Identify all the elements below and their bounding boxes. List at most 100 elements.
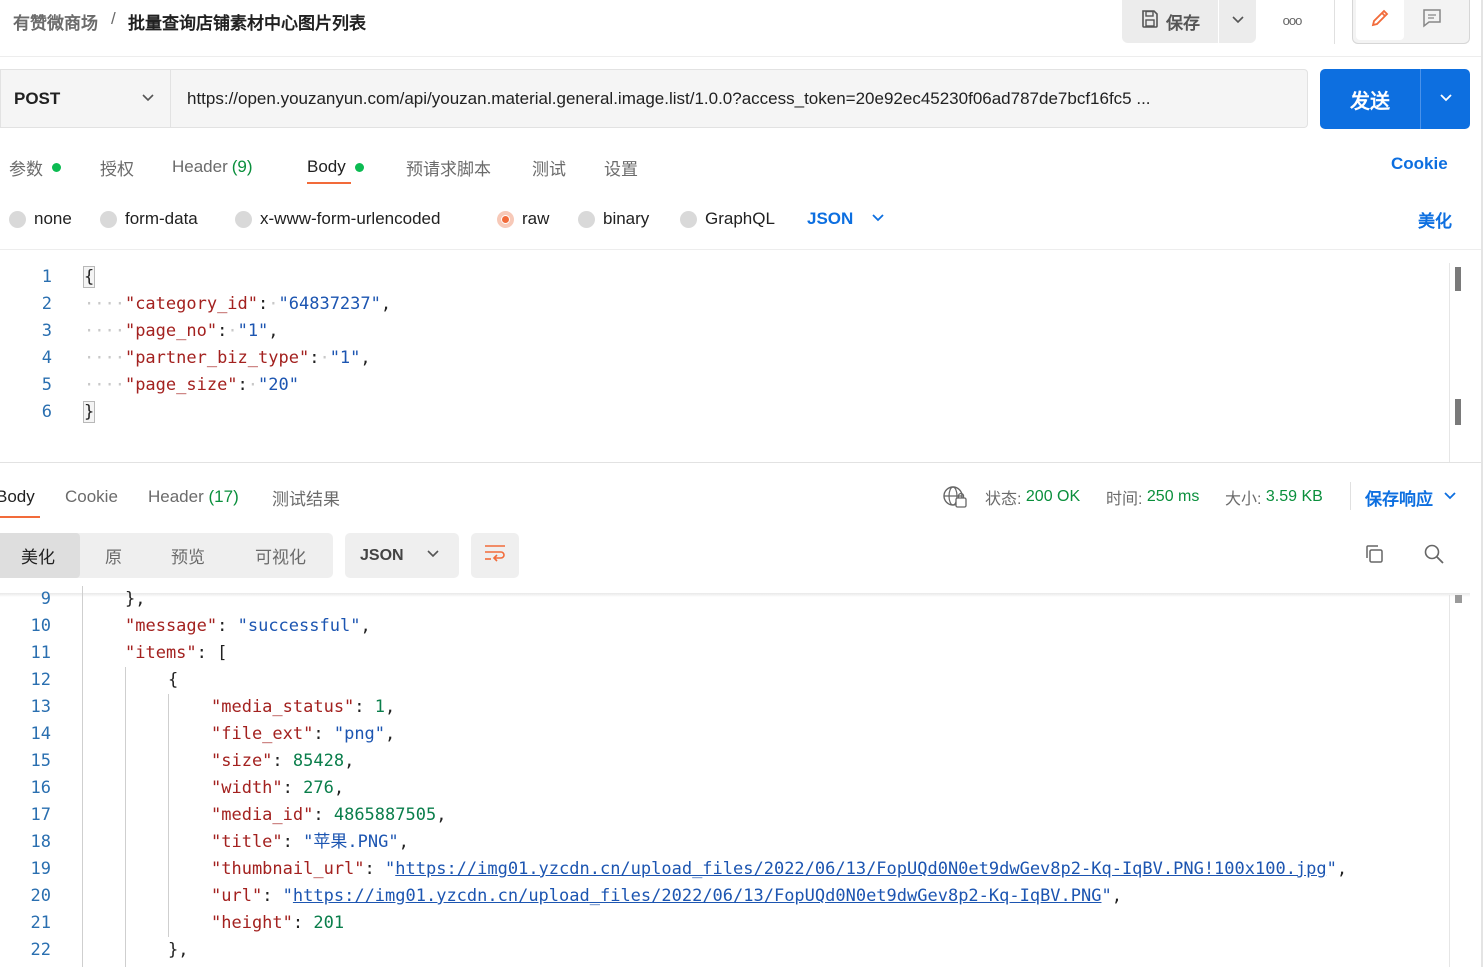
radio-graphql[interactable]: GraphQL: [680, 206, 775, 232]
indent-guide: [168, 694, 169, 937]
documentation-mode-button[interactable]: [1408, 0, 1456, 40]
save-response-label: 保存响应: [1365, 489, 1433, 509]
save-response-button[interactable]: 保存响应: [1365, 484, 1457, 510]
response-format-select[interactable]: JSON: [345, 533, 459, 578]
method-select[interactable]: POST: [0, 69, 170, 128]
tab-settings[interactable]: 设置: [604, 154, 638, 180]
active-tab-underline: [307, 182, 351, 184]
copy-button[interactable]: [1357, 539, 1391, 573]
send-dropdown-button[interactable]: [1421, 69, 1470, 129]
image-url-link[interactable]: https://img01.yzcdn.cn/upload_files/2022…: [293, 886, 1102, 906]
scrollbar-thumb[interactable]: [1455, 267, 1461, 291]
view-raw[interactable]: 原: [105, 533, 122, 578]
json-value: 85428: [292, 751, 345, 771]
scrollbar-thumb[interactable]: [1455, 399, 1461, 425]
tab-header-label: Header: [172, 157, 228, 176]
json-value: 201: [313, 913, 345, 933]
tab-pre-request-script[interactable]: 预请求脚本: [406, 154, 491, 180]
code-line: "width": 276,: [211, 778, 345, 798]
radio-button: [235, 210, 252, 228]
url-input[interactable]: https://open.youzanyun.com/api/youzan.ma…: [170, 69, 1308, 128]
time-label: 时间:: [1106, 491, 1143, 508]
json-value: "successful": [237, 616, 361, 636]
comma: ,: [360, 348, 371, 368]
scrollbar-thumb[interactable]: [1455, 595, 1462, 603]
radio-form-data[interactable]: form-data: [100, 206, 198, 232]
time-info[interactable]: 时间: 250 ms: [1106, 484, 1199, 510]
tab-tests[interactable]: 测试: [532, 154, 566, 180]
radio-form-data-label: form-data: [125, 209, 198, 228]
request-title[interactable]: 批量查询店铺素材中心图片列表: [128, 9, 366, 34]
edit-mode-button[interactable]: [1356, 0, 1404, 40]
size-info[interactable]: 大小: 3.59 KB: [1225, 484, 1323, 510]
json-key: "partner_biz_type": [124, 348, 310, 368]
response-format-label: JSON: [360, 546, 404, 564]
line-number: 17: [30, 805, 51, 825]
response-tab-body[interactable]: Body: [0, 484, 35, 510]
json-key: "file_ext": [211, 724, 314, 744]
code-line: "height": 201: [211, 913, 345, 933]
header-count: (9): [231, 157, 253, 176]
response-tab-cookie[interactable]: Cookie: [65, 484, 118, 510]
response-body-viewer[interactable]: 9 10 11 12 13 14 15 16 17 18 19 20 21 22…: [0, 586, 1449, 967]
header-divider: [1334, 0, 1335, 44]
view-visualize[interactable]: 可视化: [255, 533, 306, 578]
json-value: "1": [237, 321, 269, 341]
save-button[interactable]: 保存: [1122, 0, 1218, 43]
send-button[interactable]: 发送: [1320, 69, 1420, 129]
open-brace: {: [82, 266, 96, 288]
breadcrumb-parent[interactable]: 有赞微商场: [13, 9, 98, 34]
save-icon: [1140, 9, 1160, 34]
line-number: 5: [41, 375, 52, 395]
tab-body[interactable]: Body: [307, 154, 364, 180]
search-button[interactable]: [1417, 539, 1451, 573]
code-line: "size": 85428,: [211, 751, 355, 771]
tab-auth[interactable]: 授权: [100, 154, 134, 180]
code-line: ····"category_id":·"64837237",: [84, 294, 392, 314]
view-pretty[interactable]: 美化: [21, 533, 55, 578]
body-format-select[interactable]: JSON: [807, 206, 885, 232]
view-preview[interactable]: 预览: [171, 533, 205, 578]
tab-params[interactable]: 参数: [9, 154, 61, 180]
line-number: 14: [30, 724, 51, 744]
pencil-icon: [1369, 7, 1391, 34]
response-divider[interactable]: [0, 462, 1483, 463]
json-key: "page_no": [124, 321, 218, 341]
json-value: "png": [333, 724, 386, 744]
wrap-lines-button[interactable]: [471, 533, 519, 578]
status-value: 200 OK: [1025, 488, 1081, 505]
request-body-editor[interactable]: 1 2 3 4 5 6 { ····"category_id":·"648372…: [0, 263, 1470, 462]
thumbnail-url-link[interactable]: https://img01.yzcdn.cn/upload_files/2022…: [395, 859, 1326, 879]
chevron-down-icon: [140, 89, 156, 110]
response-tab-header[interactable]: Header (17): [148, 484, 239, 510]
radio-binary[interactable]: binary: [578, 206, 649, 232]
network-info-icon[interactable]: [942, 484, 968, 510]
cookies-link[interactable]: Cookie: [1391, 154, 1448, 174]
tab-header[interactable]: Header (9): [172, 154, 253, 180]
radio-none[interactable]: none: [9, 206, 72, 232]
save-label: 保存: [1166, 14, 1200, 33]
radio-button-selected: [497, 210, 514, 228]
chevron-down-icon: [426, 546, 440, 565]
radio-raw-label: raw: [522, 209, 550, 228]
request-editor-scrollbar[interactable]: [1449, 263, 1463, 462]
json-key: "page_size": [124, 375, 238, 395]
code-line: ····"page_no":·"1",: [84, 321, 279, 341]
chevron-down-icon: [1438, 89, 1454, 110]
save-dropdown-button[interactable]: [1219, 0, 1256, 43]
more-options-button[interactable]: ooo: [1275, 8, 1309, 32]
json-value: 1: [374, 697, 386, 717]
code-line: "title": "苹果.PNG",: [211, 832, 409, 852]
breadcrumb-separator: /: [111, 9, 116, 28]
close-brace: }: [82, 401, 96, 423]
radio-urlencoded[interactable]: x-www-form-urlencoded: [235, 206, 440, 232]
response-scrollbar-track[interactable]: [1449, 595, 1450, 967]
radio-raw[interactable]: raw: [497, 206, 549, 232]
status-label: 状态:: [985, 491, 1022, 508]
response-tab-test-results[interactable]: 测试结果: [272, 484, 340, 510]
line-number: 1: [41, 267, 52, 287]
status-info[interactable]: 状态: 200 OK: [985, 484, 1080, 510]
beautify-button[interactable]: 美化: [1418, 206, 1452, 232]
line-number: 10: [30, 616, 51, 636]
line-number: 4: [41, 348, 52, 368]
